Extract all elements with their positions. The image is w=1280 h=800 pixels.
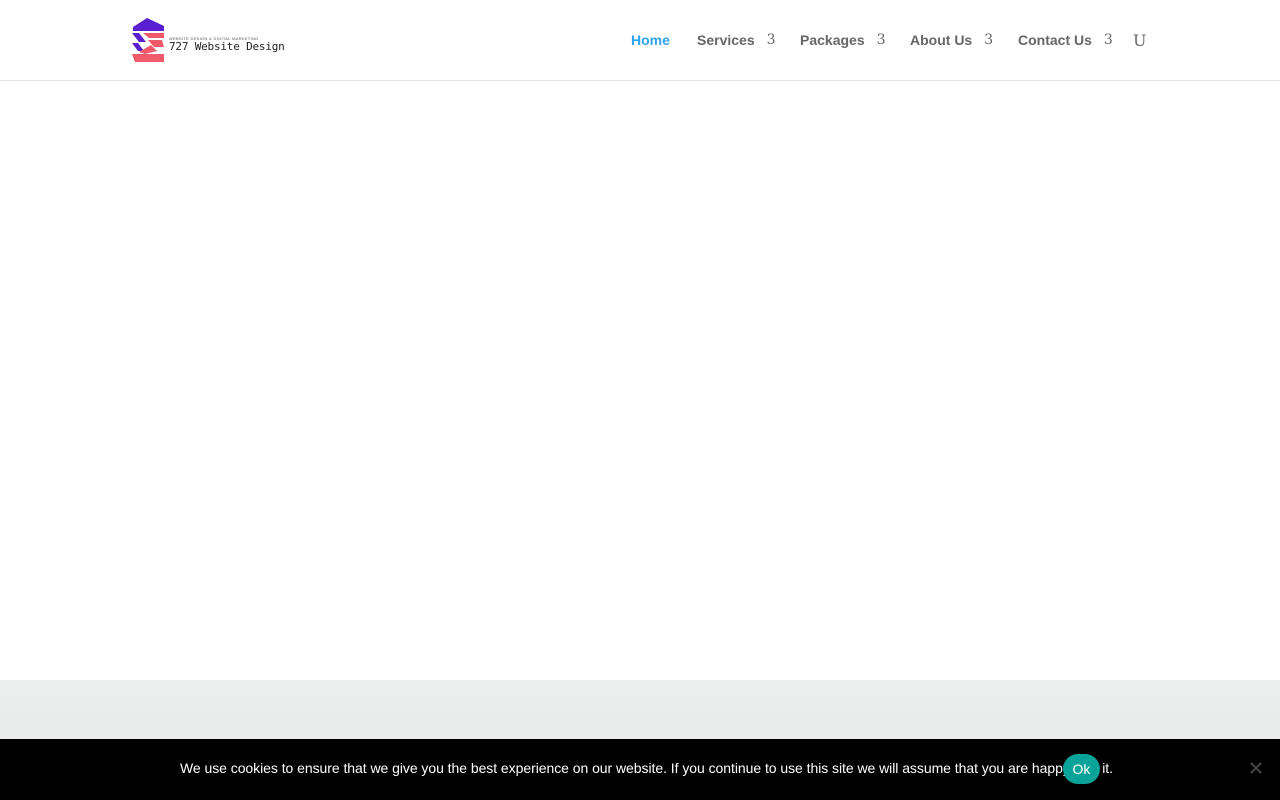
cookie-banner: We use cookies to ensure that we give yo…: [0, 739, 1280, 800]
chevron-down-icon: 3: [1103, 32, 1113, 48]
nav-about-us[interactable]: About Us 3: [910, 30, 993, 50]
search-icon[interactable]: U: [1133, 31, 1146, 50]
cookie-message: We use cookies to ensure that we give yo…: [180, 760, 1113, 776]
nav-packages[interactable]: Packages 3: [800, 30, 886, 50]
nav-about-us-label: About Us: [910, 32, 973, 48]
close-icon[interactable]: [1248, 760, 1264, 776]
chevron-down-icon: 3: [876, 32, 886, 48]
cookie-ok-button[interactable]: Ok: [1063, 754, 1100, 784]
nav-services-label: Services: [697, 32, 755, 48]
nav-services[interactable]: Services 3: [697, 30, 776, 50]
nav-packages-label: Packages: [800, 32, 865, 48]
nav-contact-us-label: Contact Us: [1018, 32, 1092, 48]
chevron-down-icon: 3: [766, 32, 776, 48]
site-header: WEBSITE DESIGN & DIGITAL MARKETING 727 W…: [0, 0, 1280, 81]
nav-home[interactable]: Home: [631, 30, 670, 50]
main-nav: Home Services 3 Packages 3 About Us 3 Co…: [0, 30, 1280, 50]
nav-home-label: Home: [631, 32, 670, 48]
nav-contact-us[interactable]: Contact Us 3: [1018, 30, 1113, 50]
chevron-down-icon: 3: [984, 32, 994, 48]
main-content-area: [0, 81, 1280, 680]
